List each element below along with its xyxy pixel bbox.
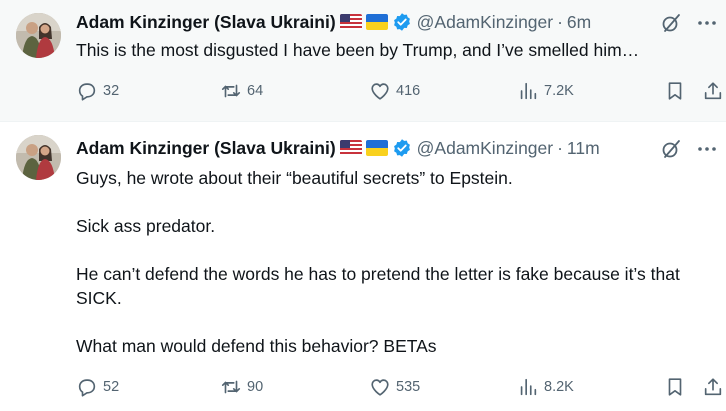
heart-icon (371, 83, 389, 100)
tweet[interactable]: Adam Kinzinger (Slava Ukraini) @AdamKinz… (0, 122, 726, 411)
tweet[interactable]: Adam Kinzinger (Slava Ukraini) @AdamKinz… (0, 0, 726, 122)
views-button[interactable]: 8.2K (517, 376, 574, 398)
bar-chart-icon (520, 82, 537, 100)
share-button[interactable] (702, 376, 724, 398)
grok-slash-circle-icon[interactable] (660, 12, 682, 34)
bookmark-button[interactable] (664, 376, 686, 398)
ukraine-flag-icon (365, 140, 388, 156)
avatar[interactable] (16, 135, 61, 180)
more-dots-icon[interactable] (696, 12, 718, 34)
tweet-text: This is the most disgusted I have been b… (76, 38, 706, 62)
repost-button[interactable]: 90 (220, 376, 263, 398)
tweet-text-paragraph: Sick ass predator. (76, 216, 216, 236)
author-name[interactable]: Adam Kinzinger (Slava Ukraini) (76, 12, 336, 33)
author-name[interactable]: Adam Kinzinger (Slava Ukraini) (76, 138, 336, 159)
like-button[interactable]: 416 (369, 80, 420, 102)
repost-arrows-icon (221, 380, 241, 394)
view-count: 7.2K (544, 83, 574, 99)
us-flag-icon (339, 14, 362, 30)
ukraine-flag-icon (365, 14, 388, 30)
like-count: 416 (396, 83, 421, 99)
tweet-actions: 32 64 416 7.2K (76, 80, 726, 104)
timestamp[interactable]: 11m (567, 138, 600, 159)
more-dots-icon[interactable] (696, 138, 718, 160)
share-button[interactable] (702, 80, 724, 102)
separator-dot: · (557, 137, 563, 158)
reply-count: 32 (103, 83, 120, 99)
reply-count: 52 (103, 379, 120, 395)
repost-count: 90 (247, 379, 264, 395)
heart-icon (371, 379, 389, 396)
repost-count: 64 (247, 83, 264, 99)
share-upload-icon (704, 82, 722, 100)
like-count: 535 (396, 379, 421, 395)
view-count: 8.2K (544, 379, 574, 395)
reply-button[interactable]: 32 (76, 80, 119, 102)
repost-arrows-icon (221, 84, 241, 98)
bookmark-icon (668, 82, 682, 100)
tweet-text-paragraph: What man would defend this behavior? BET… (76, 336, 437, 356)
grok-slash-circle-icon[interactable] (660, 138, 682, 160)
repost-button[interactable]: 64 (220, 80, 263, 102)
tweet-text-paragraph: Guys, he wrote about their “beautiful se… (76, 168, 513, 188)
us-flag-icon (339, 140, 362, 156)
timestamp[interactable]: 6m (567, 12, 591, 33)
tweet-actions: 52 90 535 8.2K (76, 376, 726, 400)
tweet-top-actions (660, 138, 718, 160)
bookmark-button[interactable] (664, 80, 686, 102)
tweet-text-paragraph: He can’t defend the words he has to pret… (76, 264, 680, 308)
bookmark-icon (668, 378, 682, 396)
tweet-text-paragraph: This is the most disgusted I have been b… (76, 40, 640, 60)
verified-badge-icon[interactable] (392, 12, 412, 32)
like-button[interactable]: 535 (369, 376, 420, 398)
separator-dot: · (557, 11, 563, 32)
share-upload-icon (704, 378, 722, 396)
verified-badge-icon[interactable] (392, 138, 412, 158)
author-handle[interactable]: @AdamKinzinger (417, 12, 553, 33)
tweet-top-actions (660, 12, 718, 34)
tweet-text: Guys, he wrote about their “beautiful se… (76, 166, 706, 358)
bar-chart-icon (520, 378, 537, 396)
speech-bubble-icon (78, 83, 96, 101)
speech-bubble-icon (78, 379, 96, 397)
author-handle[interactable]: @AdamKinzinger (417, 138, 553, 159)
views-button[interactable]: 7.2K (517, 80, 574, 102)
avatar[interactable] (16, 13, 61, 58)
tweet-header: Adam Kinzinger (Slava Ukraini) @AdamKinz… (76, 11, 636, 33)
tweet-header: Adam Kinzinger (Slava Ukraini) @AdamKinz… (76, 137, 636, 159)
reply-button[interactable]: 52 (76, 376, 119, 398)
